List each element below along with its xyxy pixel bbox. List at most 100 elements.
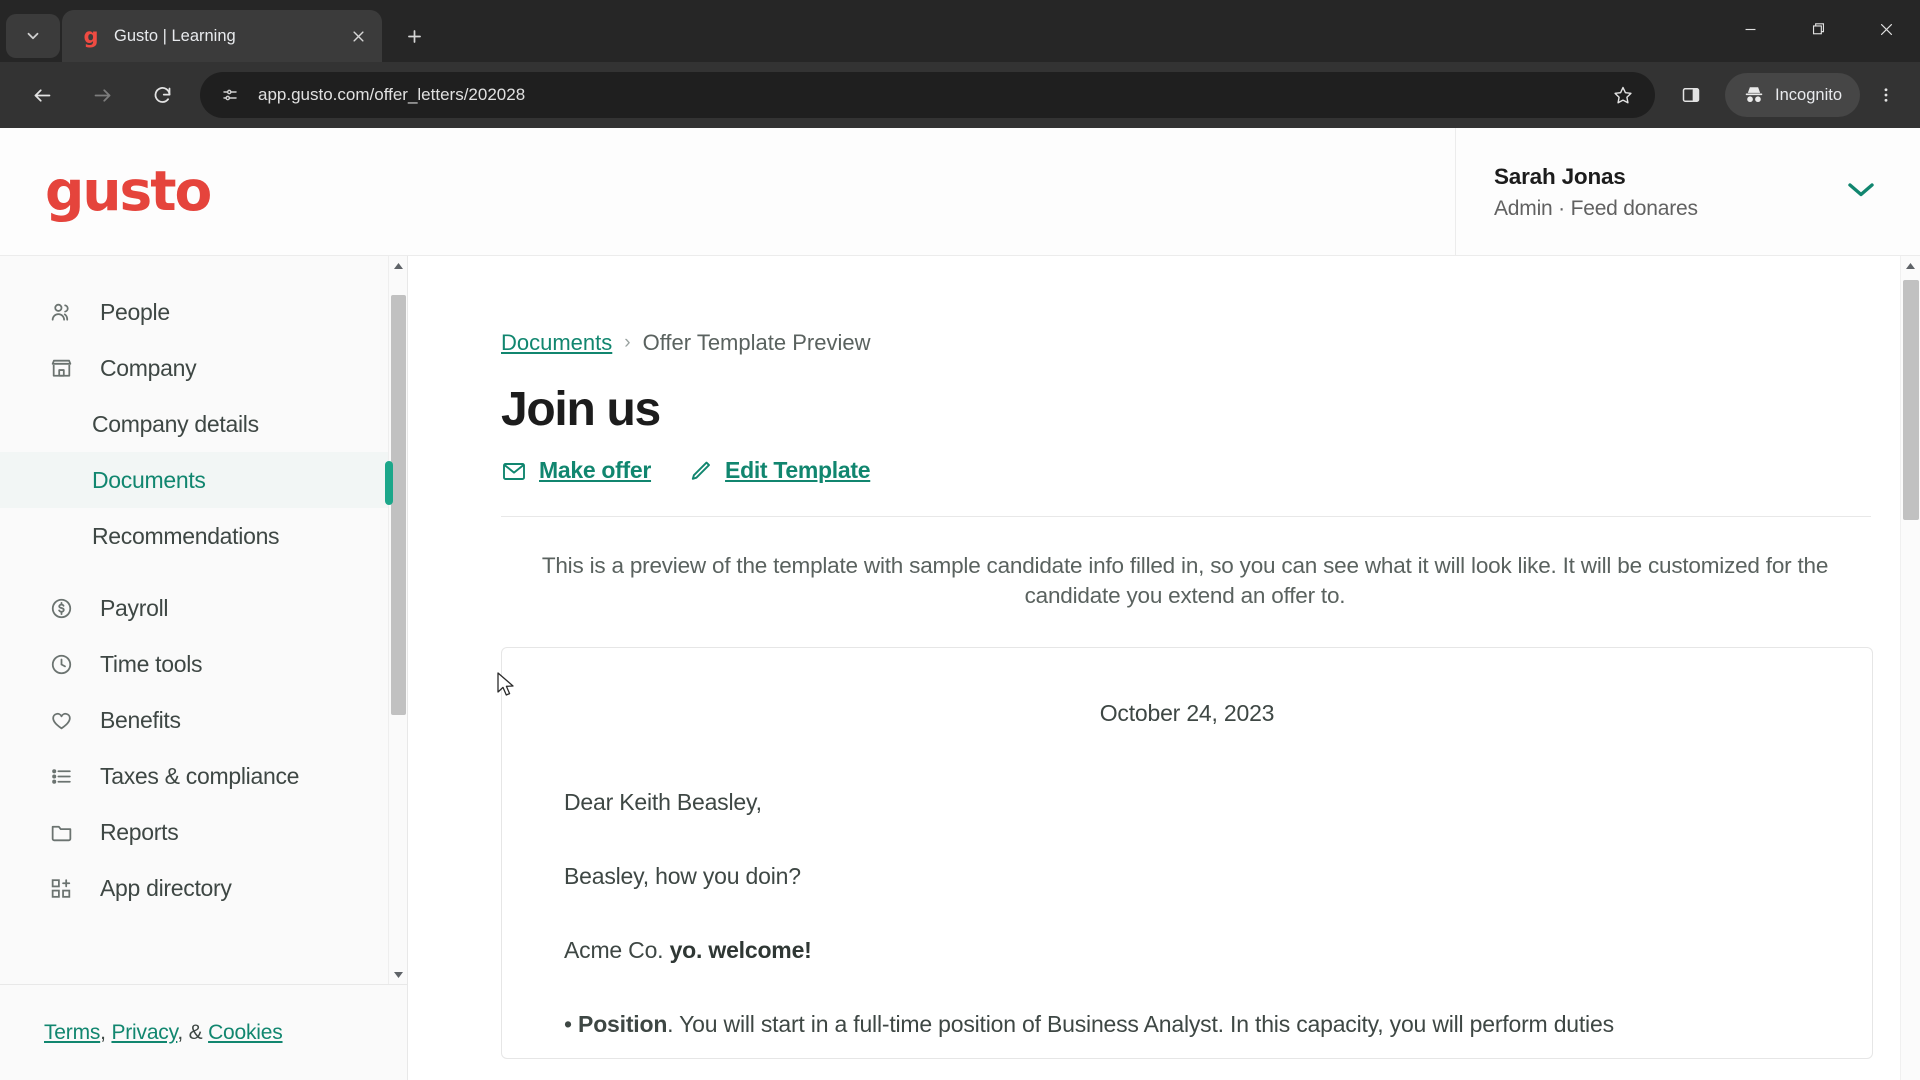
- breadcrumb-current: Offer Template Preview: [642, 330, 871, 355]
- privacy-link[interactable]: Privacy: [111, 1021, 177, 1044]
- section-divider: [501, 516, 1871, 517]
- close-icon: [352, 30, 364, 42]
- sidebar-item-company[interactable]: Company: [0, 340, 407, 396]
- page-actions: Make offer Edit Template: [501, 457, 1871, 484]
- star-icon: [1614, 86, 1632, 104]
- edit-template-label: Edit Template: [725, 457, 871, 483]
- page-scrollbar-thumb[interactable]: [1903, 280, 1919, 520]
- caret-up-icon: [1906, 263, 1915, 269]
- three-dots-vertical-icon: [1884, 88, 1888, 102]
- site-settings-button[interactable]: [214, 79, 246, 111]
- profile-menu[interactable]: Sarah Jonas Admin · Feed donares: [1455, 128, 1920, 256]
- sidebar-item-documents[interactable]: Documents: [0, 452, 407, 508]
- sidebar-item-label: Payroll: [100, 594, 169, 621]
- page-scroll-up-button[interactable]: [1901, 256, 1920, 276]
- letter-bullet-text: . You will start in a full-time position…: [667, 1011, 1614, 1038]
- sidebar-scroll-area: People Company Company details Documents: [0, 256, 407, 984]
- sidebar-item-taxes-compliance[interactable]: Taxes & compliance: [0, 748, 407, 804]
- incognito-indicator[interactable]: Incognito: [1725, 73, 1860, 117]
- forward-button[interactable]: [78, 71, 126, 119]
- sidebar-item-recommendations[interactable]: Recommendations: [0, 508, 407, 564]
- letter-line-3-bold: yo. welcome!: [669, 937, 812, 964]
- sidebar: People Company Company details Documents: [0, 256, 408, 1080]
- profile-text: Sarah Jonas Admin · Feed donares: [1494, 164, 1846, 221]
- browser-tab[interactable]: g Gusto | Learning: [62, 10, 382, 62]
- url-text: app.gusto.com/offer_letters/202028: [258, 85, 526, 104]
- letter-date: October 24, 2023: [1099, 700, 1275, 727]
- profile-role: Admin · Feed donares: [1494, 196, 1698, 220]
- make-offer-button[interactable]: Make offer: [501, 457, 651, 484]
- sidebar-item-label: Documents: [92, 466, 206, 493]
- footer-sep-1: ,: [100, 1020, 112, 1044]
- sidebar-item-label: Recommendations: [92, 522, 280, 549]
- gusto-logo[interactable]: gusto: [45, 164, 212, 219]
- back-button[interactable]: [18, 71, 66, 119]
- scroll-up-button[interactable]: [389, 256, 407, 275]
- sidebar-item-label: People: [100, 298, 170, 325]
- reload-button[interactable]: [138, 71, 186, 119]
- minimize-icon: [1745, 28, 1755, 30]
- minimize-button[interactable]: [1716, 0, 1784, 58]
- terms-link[interactable]: Terms: [44, 1021, 100, 1044]
- close-window-button[interactable]: [1852, 0, 1920, 58]
- sidebar-item-company-details[interactable]: Company details: [0, 396, 407, 452]
- maximize-button[interactable]: [1784, 0, 1852, 58]
- page-title: Join us: [501, 383, 661, 436]
- bookmark-button[interactable]: [1603, 75, 1643, 115]
- store-icon: [46, 353, 76, 383]
- caret-down-icon: [393, 971, 403, 978]
- sidebar-item-reports[interactable]: Reports: [0, 804, 407, 860]
- tab-close-button[interactable]: [344, 22, 372, 50]
- profile-name: Sarah Jonas: [1494, 163, 1626, 189]
- folder-icon: [46, 817, 76, 847]
- new-tab-button[interactable]: [392, 14, 436, 58]
- page-viewport: gusto Sarah Jonas Admin · Feed donares P…: [0, 128, 1920, 1080]
- page-scrollbar[interactable]: [1900, 256, 1920, 1080]
- envelope-icon: [501, 458, 527, 484]
- browser-menu-button[interactable]: [1864, 73, 1908, 117]
- sidebar-item-people[interactable]: People: [0, 284, 407, 340]
- browser-window: g Gusto | Learning app.gusto.com/offer_l…: [0, 0, 1920, 1080]
- footer-sep-2: , &: [177, 1020, 209, 1044]
- forward-arrow-icon: [94, 88, 110, 102]
- sidebar-footer: Terms, Privacy, & Cookies: [0, 984, 407, 1080]
- chevron-down-icon: [27, 32, 39, 40]
- scrollbar-thumb[interactable]: [391, 295, 406, 715]
- sidebar-item-payroll[interactable]: Payroll: [0, 580, 407, 636]
- cookies-link[interactable]: Cookies: [208, 1021, 283, 1044]
- footer-links: Terms, Privacy, & Cookies: [44, 1021, 283, 1045]
- sidebar-item-label: Taxes & compliance: [100, 762, 300, 789]
- omnibox-actions: [1603, 75, 1647, 115]
- sidebar-scrollbar[interactable]: [385, 256, 407, 984]
- gusto-favicon: g: [83, 23, 99, 48]
- scrollbar-track[interactable]: [389, 275, 407, 965]
- sidebar-item-label: Benefits: [100, 706, 181, 733]
- close-icon: [1880, 23, 1892, 35]
- incognito-label: Incognito: [1775, 85, 1842, 104]
- main-content: Documents › Offer Template Preview Join …: [408, 256, 1920, 1080]
- browser-tab-strip: g Gusto | Learning: [0, 0, 1920, 62]
- breadcrumb-documents-link[interactable]: Documents: [501, 330, 612, 356]
- app-header: gusto Sarah Jonas Admin · Feed donares: [0, 128, 1920, 256]
- edit-template-button[interactable]: Edit Template: [687, 457, 871, 484]
- caret-up-icon: [393, 262, 403, 269]
- make-offer-label: Make offer: [539, 457, 652, 483]
- site-settings-icon: [223, 89, 237, 101]
- sidebar-item-app-directory[interactable]: App directory: [0, 860, 407, 916]
- offer-letter-preview-card: October 24, 2023 Dear Keith Beasley, Bea…: [501, 647, 1873, 1060]
- sidebar-item-time-tools[interactable]: Time tools: [0, 636, 407, 692]
- chevron-down-icon: [1848, 183, 1874, 197]
- scroll-down-button[interactable]: [389, 965, 407, 984]
- sidebar-item-benefits[interactable]: Benefits: [0, 692, 407, 748]
- profile-chevron-button[interactable]: [1846, 180, 1876, 204]
- address-bar[interactable]: app.gusto.com/offer_letters/202028: [200, 72, 1656, 118]
- heart-icon: [46, 705, 76, 735]
- letter-line-3: Acme Co. yo. welcome!: [564, 937, 1810, 964]
- side-panel-button[interactable]: [1667, 71, 1715, 119]
- restore-icon: [1812, 22, 1824, 34]
- letter-line-3-plain: Acme Co.: [564, 937, 670, 964]
- tab-search-button[interactable]: [6, 14, 60, 58]
- window-controls: [1716, 0, 1920, 58]
- breadcrumb-separator-icon: ›: [624, 332, 631, 353]
